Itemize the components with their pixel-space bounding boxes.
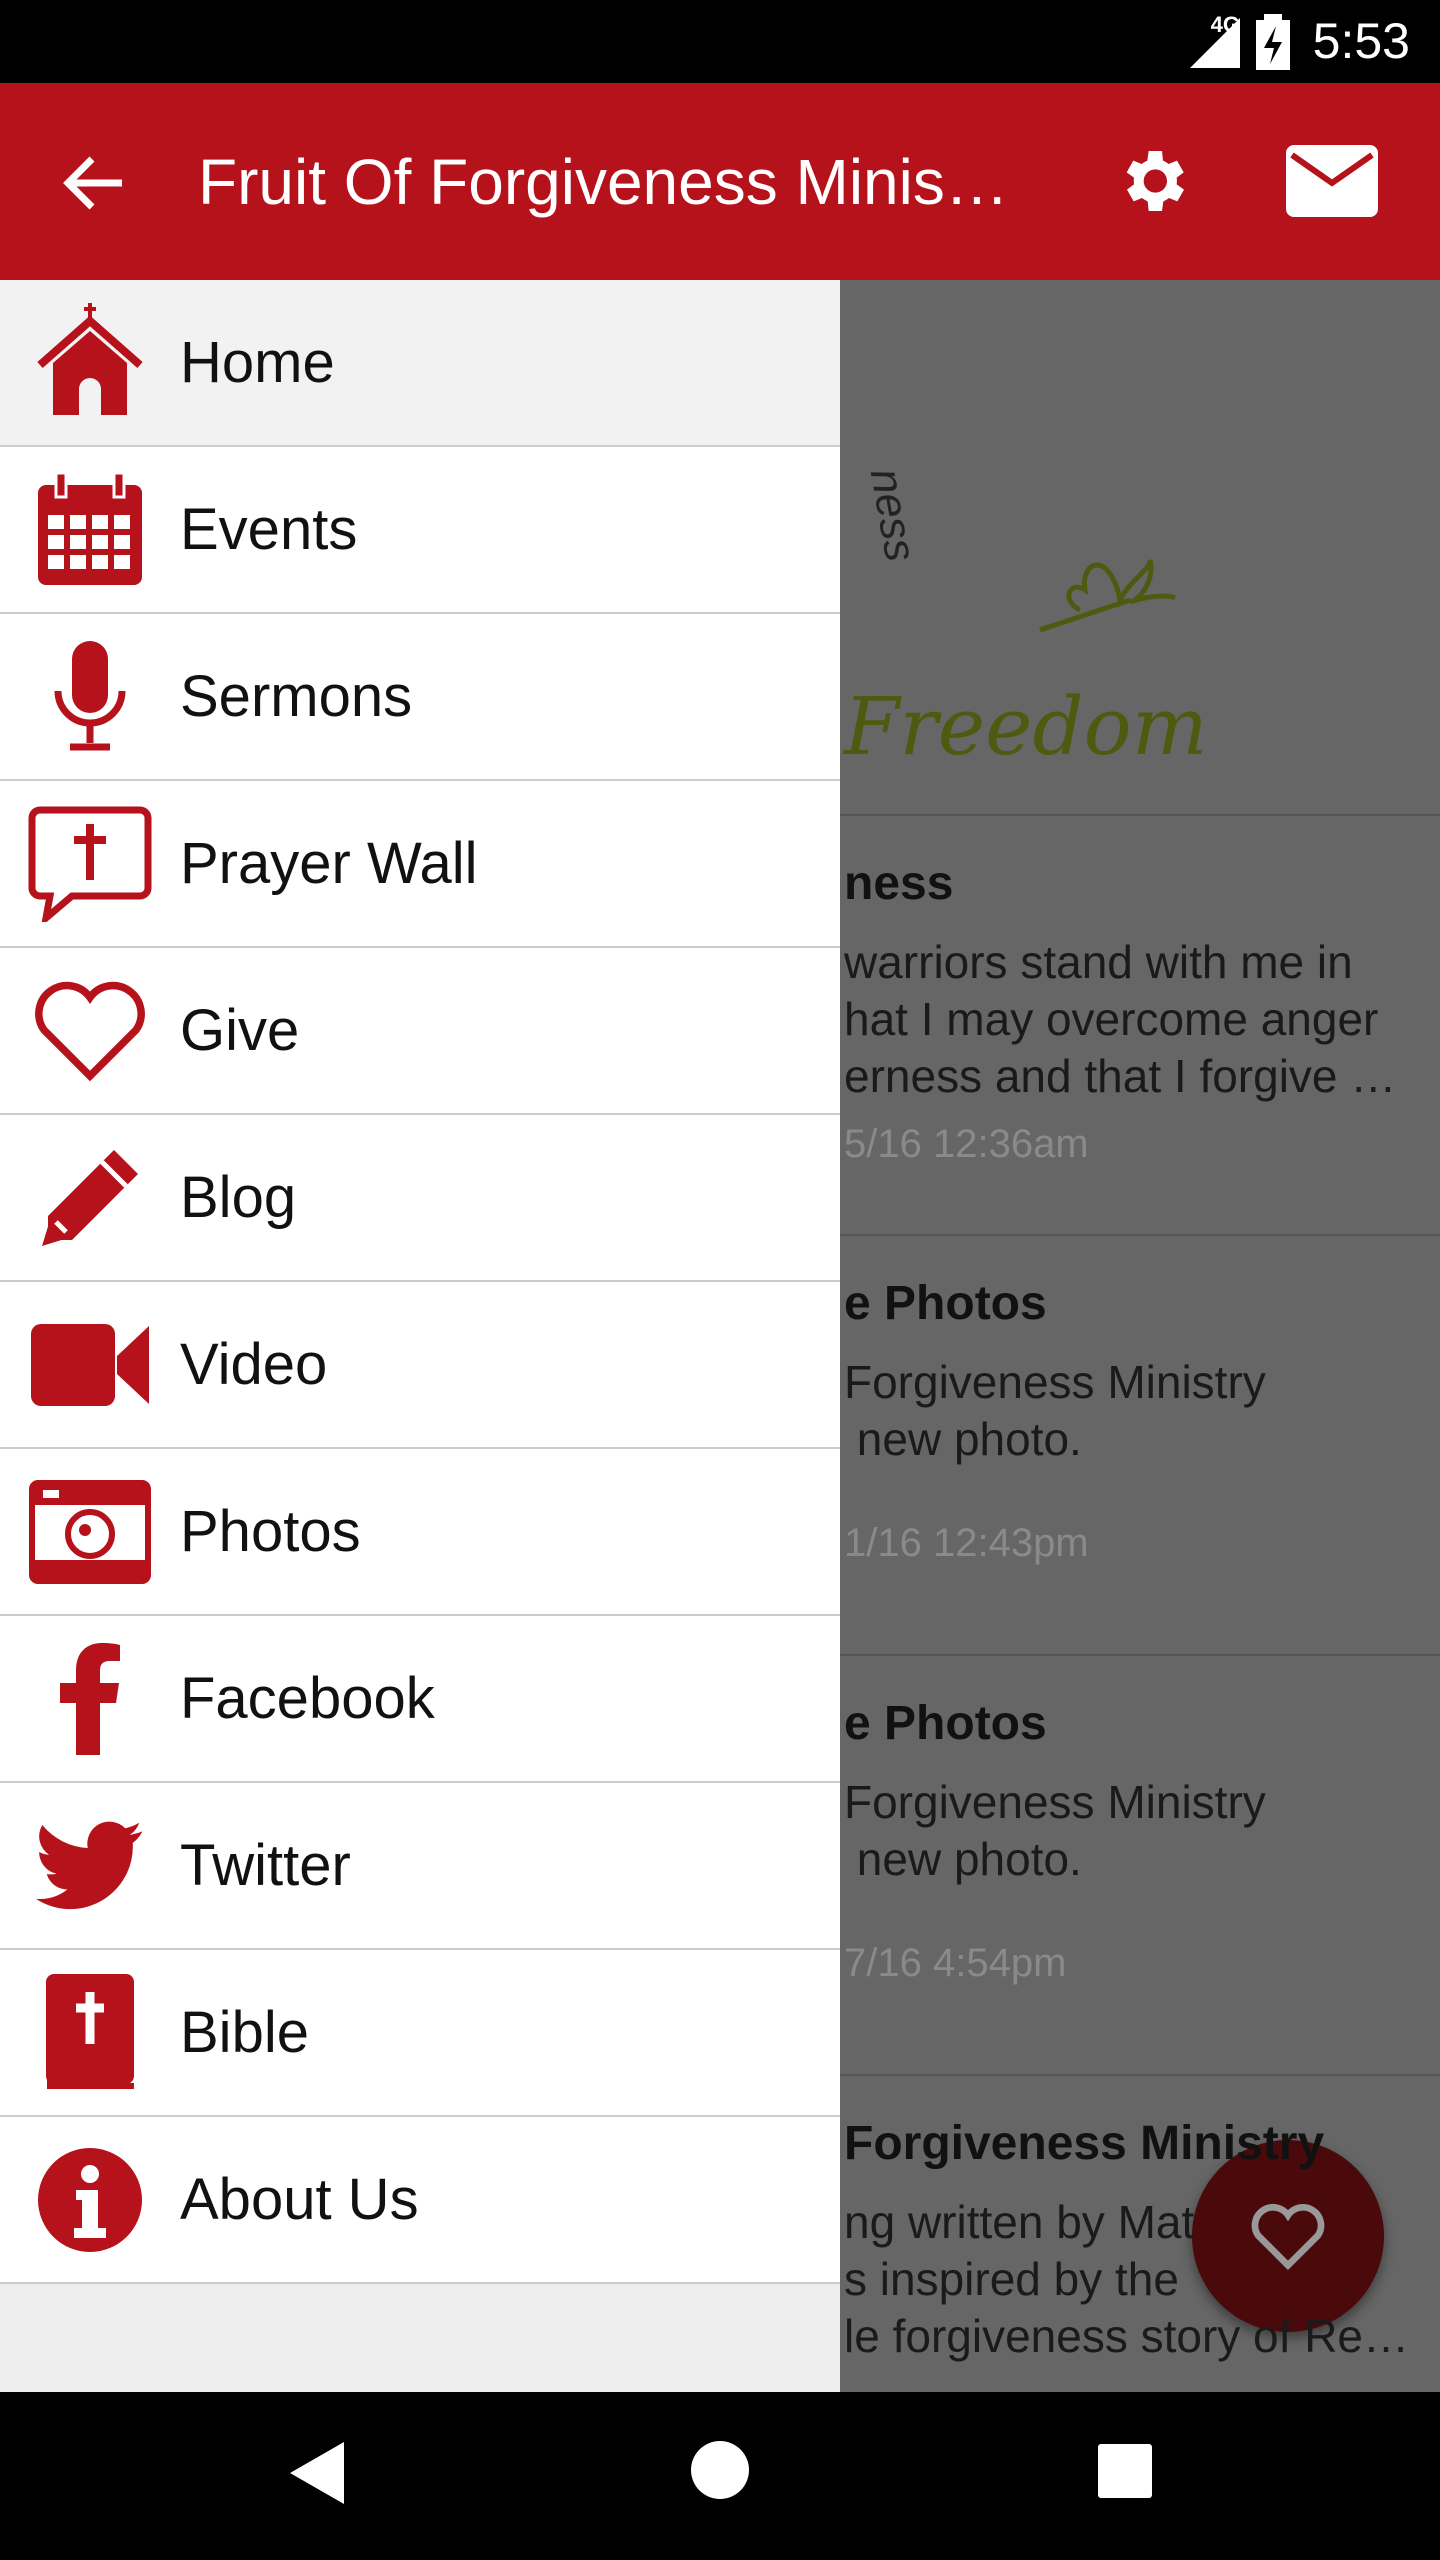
drawer-item-label: Bible <box>180 2000 309 2065</box>
camera-icon <box>29 1479 151 1584</box>
butterfly-icon <box>1039 559 1177 633</box>
drawer-item-prayer-wall[interactable]: Prayer Wall <box>0 781 840 948</box>
info-icon <box>38 2147 142 2252</box>
post-date: 7/16 4:54pm <box>844 1941 1067 1985</box>
app-title: Fruit Of Forgiveness Minis… <box>198 146 1009 218</box>
drawer-item-video[interactable]: Video <box>0 1282 840 1449</box>
prayer-bubble-icon <box>28 806 152 922</box>
twitter-icon <box>36 1821 143 1909</box>
back-nav-icon[interactable] <box>290 2442 344 2504</box>
drawer-item-label: Photos <box>180 1499 361 1564</box>
post-date: 5/16 12:36am <box>844 1122 1089 1166</box>
navigation-drawer: Home Events Sermons Prayer Wall Give Blo… <box>0 280 840 2392</box>
church-icon <box>37 302 143 415</box>
status-bar: 4G 5:53 <box>0 0 1440 83</box>
clock: 5:53 <box>1312 13 1410 69</box>
recents-nav-icon[interactable] <box>1098 2444 1152 2498</box>
post-body: ng written by Mat s inspired by the le f… <box>844 2196 1410 2362</box>
logo-curve-text: ness <box>860 464 926 565</box>
gear-icon[interactable] <box>1112 141 1192 221</box>
drawer-item-label: Twitter <box>180 1833 351 1898</box>
post-date: 1/16 12:43pm <box>844 1521 1089 1565</box>
drawer-item-facebook[interactable]: Facebook <box>0 1616 840 1783</box>
drawer-item-about-us[interactable]: About Us <box>0 2117 840 2284</box>
post-title: e Photos <box>844 1697 1047 1750</box>
drawer-item-label: Video <box>180 1332 328 1397</box>
signal-icon <box>1190 18 1240 68</box>
microphone-icon <box>54 640 126 750</box>
drawer-item-label: Events <box>180 497 358 562</box>
video-camera-icon <box>31 1323 149 1406</box>
drawer-item-label: Sermons <box>180 664 413 729</box>
drawer-item-events[interactable]: Events <box>0 447 840 614</box>
back-arrow-icon[interactable] <box>62 153 126 213</box>
drawer-item-label: Facebook <box>180 1666 435 1731</box>
drawer-item-bible[interactable]: Bible <box>0 1950 840 2117</box>
calendar-icon <box>38 471 142 585</box>
post-body: warriors stand with me in hat I may over… <box>844 936 1397 1102</box>
logo-text: Freedom <box>844 680 1208 773</box>
mail-icon[interactable] <box>1286 145 1378 217</box>
heart-icon <box>35 981 145 1081</box>
drawer-item-label: Home <box>180 330 335 395</box>
drawer-item-give[interactable]: Give <box>0 948 840 1115</box>
post-title: Forgiveness Ministry <box>844 2117 1325 2170</box>
post-title: e Photos <box>844 1277 1047 1330</box>
post-body: Forgiveness Ministry new photo. <box>844 1776 1266 1885</box>
drawer-item-blog[interactable]: Blog <box>0 1115 840 1282</box>
drawer-item-photos[interactable]: Photos <box>0 1449 840 1616</box>
drawer-item-sermons[interactable]: Sermons <box>0 614 840 781</box>
pencil-icon <box>42 1149 138 1246</box>
home-nav-icon[interactable] <box>690 2440 750 2500</box>
system-navigation-bar <box>0 2392 1440 2560</box>
drawer-item-twitter[interactable]: Twitter <box>0 1783 840 1950</box>
drawer-item-label: Blog <box>180 1165 297 1230</box>
bible-icon <box>46 1973 134 2089</box>
app-bar: Fruit Of Forgiveness Minis… <box>0 83 1440 280</box>
post-title: ness <box>844 857 954 910</box>
drawer-item-label: Prayer Wall <box>180 831 478 896</box>
drawer-item-home[interactable]: Home <box>0 280 840 447</box>
drawer-item-label: Give <box>180 998 300 1063</box>
post-body: Forgiveness Ministry new photo. <box>844 1356 1266 1465</box>
battery-icon <box>1256 14 1290 70</box>
drawer-item-label: About Us <box>180 2167 419 2232</box>
facebook-icon <box>60 1642 120 1755</box>
